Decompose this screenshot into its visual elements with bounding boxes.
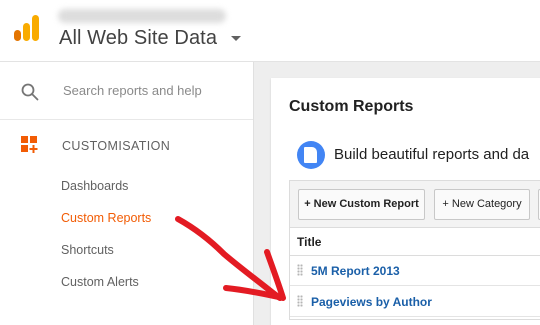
sidebar-item-dashboards[interactable]: Dashboards	[61, 179, 128, 193]
property-selector[interactable]: All Web Site Data	[59, 27, 217, 50]
page-title: Custom Reports	[289, 98, 414, 115]
sidebar-item-shortcuts[interactable]: Shortcuts	[61, 243, 114, 257]
sidebar-item-custom-reports[interactable]: Custom Reports	[61, 211, 151, 225]
table-row[interactable]: 5M Report 2013	[290, 256, 540, 286]
table-toolbar: + New Custom Report + New Category	[290, 181, 540, 228]
search-reports[interactable]: Search reports and help	[0, 62, 253, 120]
sidebar-item-custom-alerts[interactable]: Custom Alerts	[61, 275, 139, 289]
document-icon	[297, 141, 325, 169]
drag-handle-icon[interactable]	[297, 295, 303, 307]
column-header-title[interactable]: Title	[290, 228, 540, 256]
sidebar: Search reports and help CUSTOMISATION Da…	[0, 62, 254, 325]
analytics-logo-icon[interactable]	[14, 15, 40, 41]
table-row[interactable]: Pageviews by Author	[290, 287, 540, 317]
new-custom-report-button[interactable]: + New Custom Report	[298, 189, 425, 220]
top-header: All Web Site Data	[0, 0, 540, 62]
section-customisation[interactable]: CUSTOMISATION	[62, 139, 170, 153]
promo-banner-text: Build beautiful reports and da	[334, 146, 530, 163]
report-link[interactable]: 5M Report 2013	[311, 264, 400, 278]
custom-reports-table: + New Custom Report + New Category Title…	[289, 180, 540, 320]
caret-down-icon[interactable]	[231, 36, 241, 41]
customisation-icon	[21, 136, 38, 153]
account-name-blurred	[58, 9, 226, 23]
search-icon	[21, 83, 39, 101]
drag-handle-icon[interactable]	[297, 264, 303, 276]
new-category-button[interactable]: + New Category	[434, 189, 530, 220]
report-link[interactable]: Pageviews by Author	[311, 295, 432, 309]
search-input[interactable]: Search reports and help	[63, 83, 202, 98]
column-title-label: Title	[297, 235, 322, 249]
